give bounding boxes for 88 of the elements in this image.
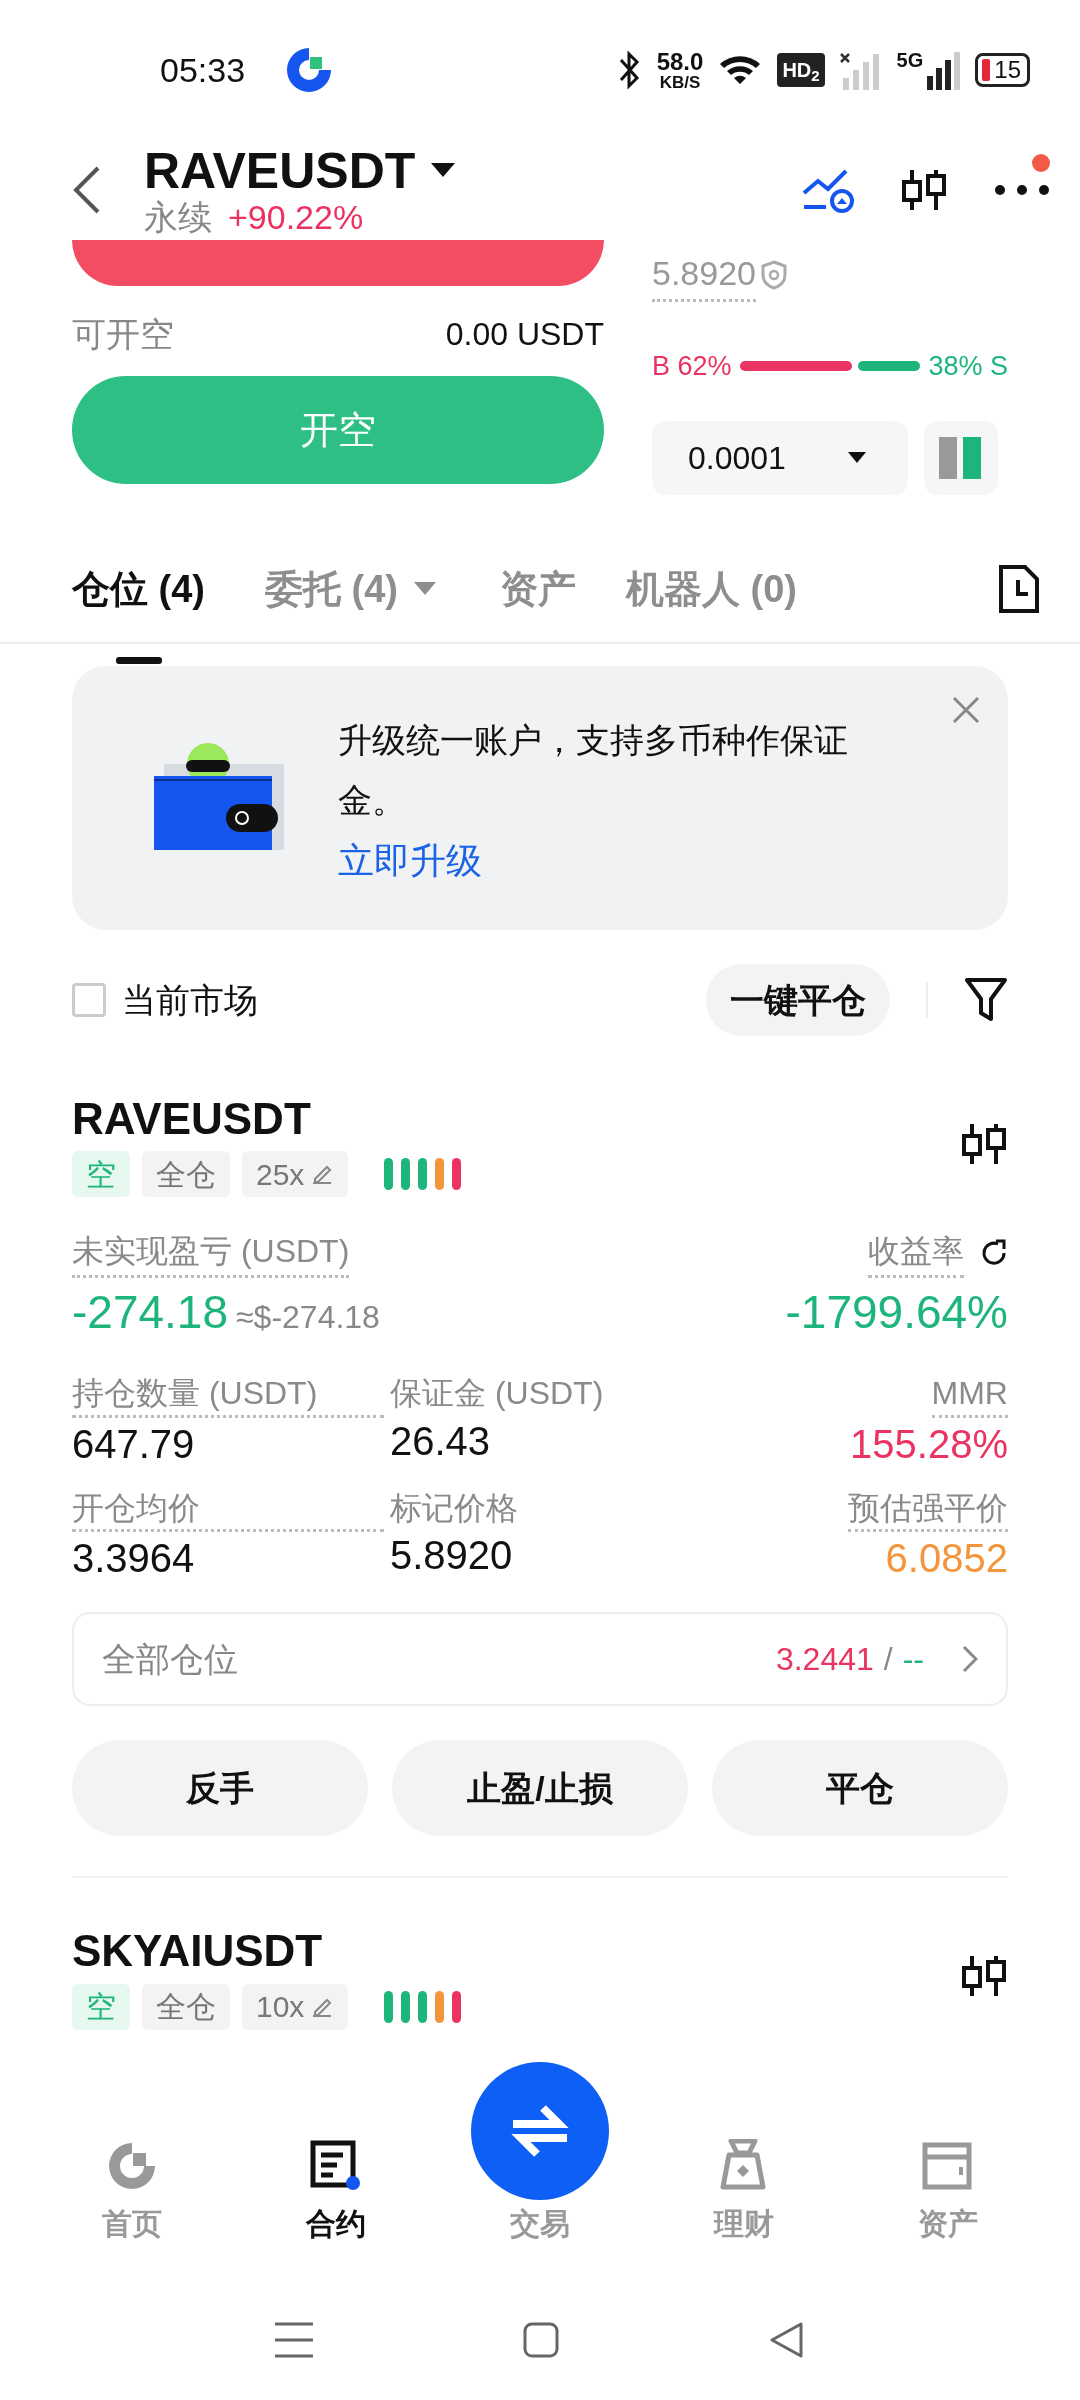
share-icon[interactable]: [980, 1238, 1008, 1267]
market-checkbox[interactable]: [72, 983, 106, 1017]
caret-icon: [414, 582, 436, 596]
close-all-button[interactable]: 一键平仓: [706, 964, 890, 1036]
risk-level-icon: [384, 1158, 462, 1191]
candlestick-chart-icon[interactable]: [900, 168, 948, 212]
buy-ratio: B 62%: [652, 350, 732, 383]
metric-label: 持仓数量 (USDT): [72, 1373, 384, 1418]
signal-icon: [927, 50, 962, 90]
chart-alert-icon[interactable]: [802, 167, 854, 213]
tab-indicator: [115, 656, 162, 664]
metric-label: 预估强平价: [847, 1487, 1008, 1533]
margin-mode-tag: 全仓: [142, 1151, 230, 1198]
upgrade-link[interactable]: 立即升级: [338, 834, 898, 888]
status-time: 05:33: [160, 49, 246, 91]
nav-tab[interactable]: 交易: [510, 2201, 570, 2246]
home-button-icon[interactable]: [523, 2322, 559, 2358]
side-tag: 空: [72, 1983, 130, 2030]
order-history-icon[interactable]: [998, 564, 1040, 614]
position-symbol: SKYAIUSDT: [72, 1925, 324, 1978]
precision-dropdown[interactable]: 0.0001: [652, 420, 908, 495]
chevron-right-icon: [962, 1645, 978, 1674]
menu-icon[interactable]: [275, 2322, 313, 2358]
metric-value: 6.0852: [885, 1535, 1008, 1583]
metric-value: 647.79: [72, 1420, 196, 1468]
more-icon[interactable]: [994, 184, 1050, 196]
battery-fill: [982, 59, 991, 81]
side-tag: 空: [72, 1151, 130, 1198]
action-button[interactable]: 止盈/止损: [392, 1740, 688, 1837]
metric-label: 开仓均价: [72, 1487, 384, 1533]
shield-icon: [760, 260, 788, 290]
pnl-value: -274.18: [72, 1285, 228, 1341]
metric-label: 保证金 (USDT): [390, 1374, 605, 1414]
nav-contract-icon: [309, 2139, 363, 2193]
take-profit-value: 3.2441: [775, 1640, 874, 1680]
back-icon[interactable]: [72, 165, 102, 215]
back-button-icon[interactable]: [769, 2322, 805, 2358]
sell-button[interactable]: 开空: [72, 376, 604, 484]
hd-icon: HD$_{2}$: [777, 53, 825, 87]
nav-tab[interactable]: 理财: [642, 2110, 846, 2280]
metric-label: 收益率: [868, 1227, 964, 1279]
checkbox-label: 当前市场: [122, 979, 258, 1021]
filter-icon[interactable]: [964, 977, 1008, 1023]
layout-toggle[interactable]: [924, 420, 998, 495]
metric-value: 3.3964: [72, 1535, 196, 1583]
position-symbol: RAVEUSDT: [72, 1093, 312, 1145]
action-button[interactable]: 反手: [72, 1740, 368, 1837]
tab[interactable]: 资产: [500, 560, 576, 618]
network-type: 5G: [896, 50, 924, 70]
battery-level: 15: [994, 58, 1021, 82]
stop-loss-value: --: [902, 1640, 924, 1680]
pnl-usd-value: ≈$-274.18: [236, 1298, 380, 1338]
close-icon[interactable]: [952, 696, 980, 724]
net-speed: 58.0: [656, 49, 704, 74]
mark-price: 5.8920: [652, 248, 756, 302]
candlestick-chart-icon[interactable]: [960, 1953, 1008, 1998]
caret-icon: [848, 451, 866, 464]
leverage-tag[interactable]: 10x: [242, 1983, 349, 2030]
tab[interactable]: 仓位 (4): [72, 560, 205, 618]
contract-type: 永续: [144, 198, 212, 237]
margin-mode-tag: 全仓: [142, 1983, 230, 2030]
nav-tab[interactable]: 合约: [234, 2110, 438, 2280]
metric-value: 5.8920: [390, 1532, 514, 1580]
metric-label: 标记价格: [390, 1488, 519, 1528]
metric-label: 未实现盈亏 (USDT): [72, 1227, 350, 1279]
tab[interactable]: 委托 (4): [265, 560, 436, 618]
action-button[interactable]: 平仓: [712, 1740, 1008, 1837]
metric-label: MMR: [931, 1373, 1008, 1418]
tab[interactable]: 机器人 (0): [626, 560, 797, 618]
separator-text: /: [883, 1640, 893, 1680]
available-value: 0.00 USDT: [445, 315, 604, 354]
leverage-tag[interactable]: 25x: [242, 1151, 349, 1198]
risk-level-icon: [384, 1990, 462, 2023]
available-label: 可开空: [72, 313, 174, 355]
pair-title[interactable]: RAVEUSDT: [144, 143, 416, 199]
roi-value: -1799.64%: [785, 1285, 1008, 1341]
sell-ratio: 38% S: [928, 350, 1008, 383]
banner-text: 升级统一账户，支持多币种作保证金。: [338, 720, 849, 821]
all-positions-label: 全部仓位: [102, 1638, 238, 1680]
split-view-icon: [939, 436, 983, 479]
metric-value: 26.43: [390, 1417, 492, 1465]
nav-tab[interactable]: 资产: [846, 2110, 1050, 2280]
price-change: +90.22%: [228, 198, 364, 237]
nav-tab[interactable]: 首页: [30, 2110, 234, 2280]
all-positions-row[interactable]: 全部仓位 3.2441 / --: [72, 1612, 1008, 1707]
metric-value: 155.28%: [850, 1420, 1008, 1468]
candlestick-chart-icon[interactable]: [960, 1121, 1008, 1166]
net-speed-unit: KB/S: [659, 73, 701, 91]
